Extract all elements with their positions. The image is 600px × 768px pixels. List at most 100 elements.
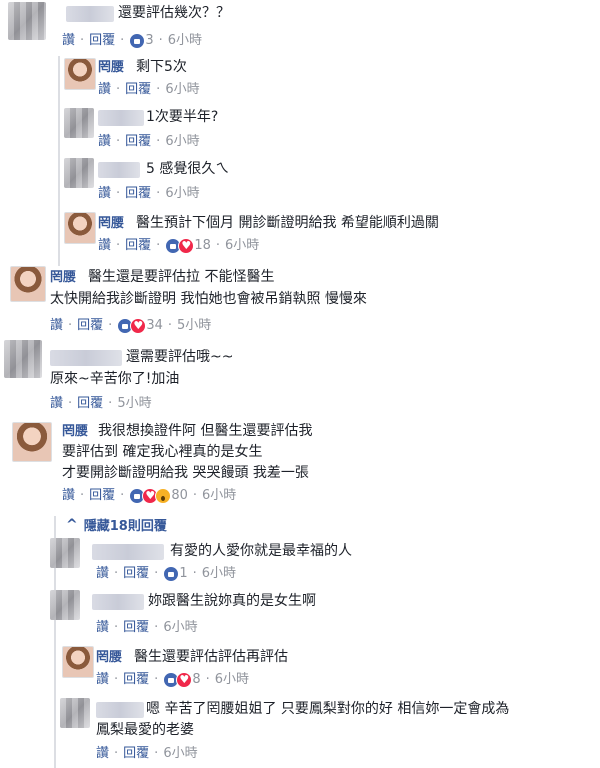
reply-link[interactable]: 回覆 bbox=[123, 746, 149, 762]
timestamp[interactable]: 5小時 bbox=[177, 318, 211, 334]
like-link[interactable]: 讚 bbox=[50, 396, 63, 412]
wow-reaction-icon[interactable] bbox=[155, 488, 172, 504]
reply-link[interactable]: 回覆 bbox=[123, 620, 149, 636]
timestamp[interactable]: 6小時 bbox=[165, 186, 199, 202]
comment-actions: 讚 · 回覆 · 3 · 6小時 bbox=[62, 33, 203, 49]
commenter-name[interactable] bbox=[92, 544, 164, 560]
comment-actions: 讚 · 回覆 · 5小時 bbox=[50, 396, 152, 412]
comment: 還需要評估哦~~ 原來~辛苦你了!加油 讚 · 回覆 · 5小時 bbox=[0, 338, 600, 418]
avatar[interactable] bbox=[64, 58, 96, 90]
commenter-name[interactable] bbox=[66, 6, 114, 22]
timestamp[interactable]: 6小時 bbox=[215, 672, 249, 688]
like-link[interactable]: 讚 bbox=[96, 672, 109, 688]
reply-link[interactable]: 回覆 bbox=[123, 672, 149, 688]
reply: 罔腰 剩下5次 讚 · 回覆 · 6小時 bbox=[0, 56, 600, 104]
timestamp[interactable]: 6小時 bbox=[163, 746, 197, 762]
like-link[interactable]: 讚 bbox=[98, 186, 111, 202]
reply-link[interactable]: 回覆 bbox=[125, 134, 151, 150]
reply-link[interactable]: 回覆 bbox=[125, 82, 151, 98]
comment-text: 有愛的人愛你就是最幸福的人 bbox=[170, 543, 352, 559]
reply: 5 感覺很久ㄟ 讚 · 回覆 · 6小時 bbox=[0, 154, 600, 208]
like-link[interactable]: 讚 bbox=[62, 488, 75, 504]
reply-link[interactable]: 回覆 bbox=[77, 396, 103, 412]
love-reaction-icon[interactable] bbox=[176, 672, 193, 688]
comment-actions: 讚 · 回覆 · 6小時 bbox=[98, 134, 200, 150]
reaction-count[interactable]: 18 bbox=[194, 238, 211, 254]
comment-actions: 讚 · 回覆 · 6小時 bbox=[98, 82, 200, 98]
commenter-name[interactable] bbox=[96, 702, 144, 718]
commenter-name[interactable]: 罔腰 bbox=[50, 270, 76, 286]
like-link[interactable]: 讚 bbox=[50, 318, 63, 334]
comment-actions: 讚 · 回覆 · 6小時 bbox=[96, 746, 198, 762]
like-link[interactable]: 讚 bbox=[62, 33, 75, 49]
timestamp[interactable]: 6小時 bbox=[163, 620, 197, 636]
hide-replies-link[interactable]: ^ 隱藏18則回覆 bbox=[66, 515, 167, 535]
timestamp[interactable]: 6小時 bbox=[202, 566, 236, 582]
timestamp[interactable]: 6小時 bbox=[225, 238, 259, 254]
comment-text-line: 原來~辛苦你了!加油 bbox=[50, 371, 180, 387]
timestamp[interactable]: 6小時 bbox=[202, 488, 236, 504]
comment-actions: 讚 · 回覆 · 1 · 6小時 bbox=[96, 566, 237, 582]
comment-text-line: 嗯 辛苦了罔腰姐姐了 只要鳳梨對你的好 相信妳一定會成為 bbox=[146, 701, 510, 717]
comment-text: 醫生預計下個月 開診斷證明給我 希望能順利過關 bbox=[136, 215, 439, 231]
reply-link[interactable]: 回覆 bbox=[77, 318, 103, 334]
avatar[interactable] bbox=[62, 646, 94, 678]
reply: 嗯 辛苦了罔腰姐姐了 只要鳳梨對你的好 相信妳一定會成為 鳳梨最愛的老婆 讚 ·… bbox=[0, 696, 600, 768]
comment-text: 還要評估幾次？？ bbox=[118, 5, 230, 21]
comment-actions: 讚 · 回覆 · 8 · 6小時 bbox=[96, 672, 249, 688]
commenter-name[interactable]: 罔腰 bbox=[98, 216, 124, 232]
comment: 還要評估幾次？？ 讚 · 回覆 · 3 · 6小時 bbox=[0, 0, 600, 52]
chevron-up-icon: ^ bbox=[66, 516, 78, 533]
avatar[interactable] bbox=[10, 266, 46, 302]
comment-text: 5 感覺很久ㄟ bbox=[146, 161, 230, 177]
reply-link[interactable]: 回覆 bbox=[89, 488, 115, 504]
commenter-name[interactable] bbox=[92, 594, 144, 610]
avatar[interactable] bbox=[64, 108, 94, 138]
commenter-name[interactable]: 罔腰 bbox=[98, 60, 124, 76]
reply-link[interactable]: 回覆 bbox=[89, 33, 115, 49]
like-link[interactable]: 讚 bbox=[98, 82, 111, 98]
avatar[interactable] bbox=[60, 698, 90, 728]
reaction-count[interactable]: 3 bbox=[145, 33, 153, 49]
reply: 罔腰 醫生還要評估評估再評估 讚 · 回覆 · 8 · 6小時 bbox=[0, 642, 600, 696]
avatar[interactable] bbox=[50, 590, 80, 620]
reaction-count[interactable]: 8 bbox=[192, 672, 200, 688]
comment: 罔腰 醫生還是要評估拉 不能怪醫生 太快開給我診斷證明 我怕她也會被吊銷執照 慢… bbox=[0, 264, 600, 338]
avatar[interactable] bbox=[4, 340, 42, 378]
reply-link[interactable]: 回覆 bbox=[125, 238, 151, 254]
like-link[interactable]: 讚 bbox=[98, 238, 111, 254]
commenter-name[interactable]: 罔腰 bbox=[62, 424, 88, 440]
comment-actions: 讚 · 回覆 · 18 · 6小時 bbox=[98, 238, 259, 254]
timestamp[interactable]: 6小時 bbox=[165, 82, 199, 98]
avatar[interactable] bbox=[64, 158, 94, 188]
avatar[interactable] bbox=[50, 538, 80, 568]
comment-text: 醫生還要評估評估再評估 bbox=[134, 649, 288, 665]
timestamp[interactable]: 6小時 bbox=[168, 33, 202, 49]
avatar[interactable] bbox=[8, 2, 46, 40]
love-reaction-icon[interactable] bbox=[178, 238, 195, 254]
reaction-count[interactable]: 80 bbox=[171, 488, 188, 504]
reaction-count[interactable]: 1 bbox=[179, 566, 187, 582]
like-reaction-icon[interactable] bbox=[129, 33, 146, 49]
reply-link[interactable]: 回覆 bbox=[123, 566, 149, 582]
reaction-count[interactable]: 34 bbox=[146, 318, 163, 334]
commenter-name[interactable]: 罔腰 bbox=[96, 650, 122, 666]
like-link[interactable]: 讚 bbox=[96, 620, 109, 636]
like-link[interactable]: 讚 bbox=[96, 746, 109, 762]
like-reaction-icon[interactable] bbox=[163, 566, 180, 582]
commenter-name[interactable] bbox=[98, 110, 144, 126]
like-link[interactable]: 讚 bbox=[98, 134, 111, 150]
commenter-name[interactable] bbox=[98, 162, 140, 178]
timestamp[interactable]: 5小時 bbox=[117, 396, 151, 412]
avatar[interactable] bbox=[64, 212, 96, 244]
love-reaction-icon[interactable] bbox=[130, 318, 147, 334]
timestamp[interactable]: 6小時 bbox=[165, 134, 199, 150]
comment-text-line: 我很想換證件阿 但醫生還要評估我 bbox=[98, 423, 313, 439]
commenter-name[interactable] bbox=[50, 350, 122, 366]
comment-text: 妳跟醫生說妳真的是女生啊 bbox=[148, 593, 316, 609]
like-link[interactable]: 讚 bbox=[96, 566, 109, 582]
reply-link[interactable]: 回覆 bbox=[125, 186, 151, 202]
comment-actions: 讚 · 回覆 · 6小時 bbox=[98, 186, 200, 202]
reply: 妳跟醫生說妳真的是女生啊 讚 · 回覆 · 6小時 bbox=[0, 586, 600, 640]
avatar[interactable] bbox=[12, 422, 52, 462]
